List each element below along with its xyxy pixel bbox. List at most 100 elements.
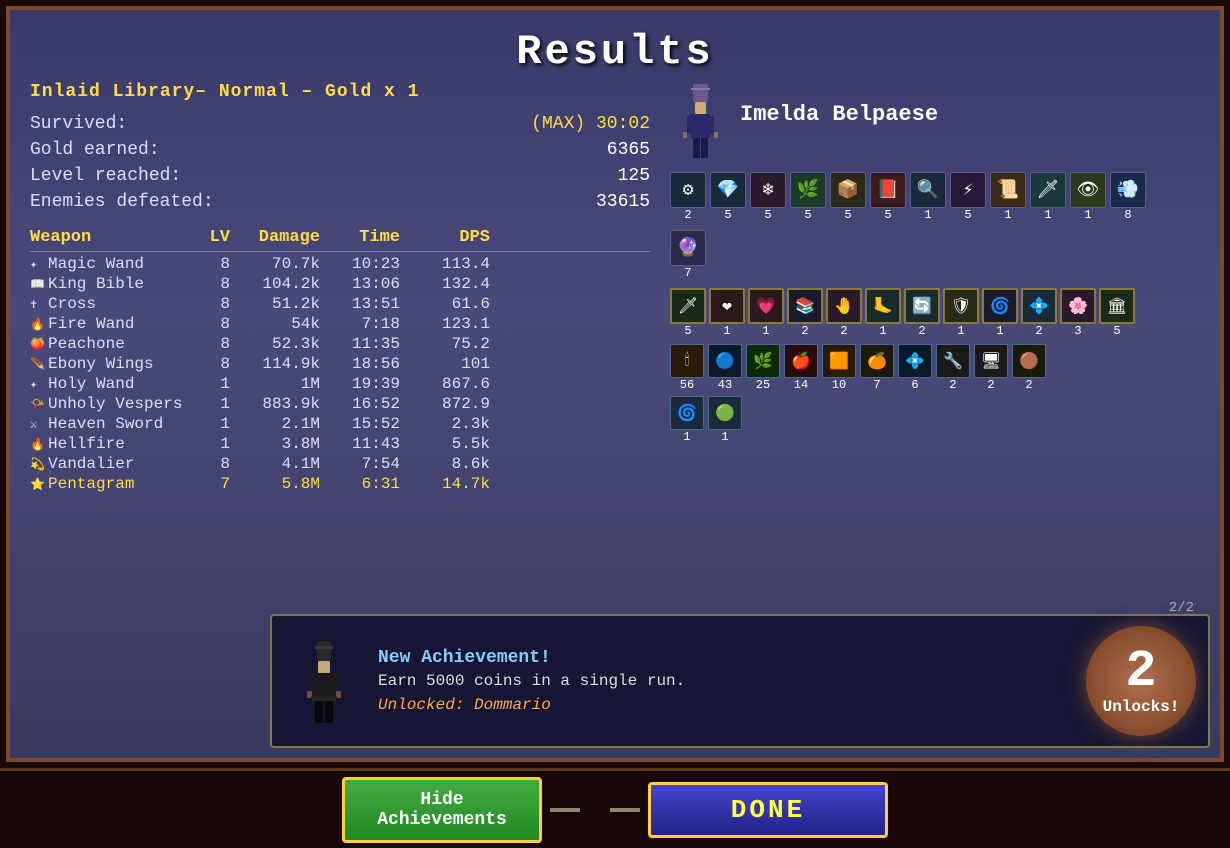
item-icon: 🔮 xyxy=(670,230,706,266)
weapon-row: 📯Unholy Vespers 1 883.9k 16:52 872.9 xyxy=(30,394,650,414)
pickup-slot: 🕯56 xyxy=(670,344,704,392)
weapon-lv: 1 xyxy=(190,415,230,433)
item-icon: 📜 xyxy=(990,172,1026,208)
item-icon: ❄ xyxy=(750,172,786,208)
pickup-count: 6 xyxy=(911,378,918,392)
weapon-damage: 3.8M xyxy=(230,435,320,453)
weapon-lv: 8 xyxy=(190,275,230,293)
item-slot: 🗡1 xyxy=(1030,172,1066,222)
passive-icon: 🌀 xyxy=(982,288,1018,324)
pickup-icon: 🟤 xyxy=(1012,344,1046,378)
weapon-name: 🔥Hellfire xyxy=(30,435,190,453)
passive-icon: 🔄 xyxy=(904,288,940,324)
passive-slot: 🔄2 xyxy=(904,288,940,338)
weapon-time: 18:56 xyxy=(320,355,400,373)
pickup-icon: 🖥 xyxy=(974,344,1008,378)
weapon-damage: 70.7k xyxy=(230,255,320,273)
passive-slot: 💗1 xyxy=(748,288,784,338)
weapon-time: 11:35 xyxy=(320,335,400,353)
weapon-row: ⚔Heaven Sword 1 2.1M 15:52 2.3k xyxy=(30,414,650,434)
col-weapon: Weapon xyxy=(30,228,190,247)
survived-row: Survived: (MAX) 30:02 xyxy=(30,114,650,134)
passive-count: 1 xyxy=(996,324,1003,338)
dungeon-title: Inlaid Library– Normal – Gold x 1 xyxy=(30,82,650,102)
weapon-damage: 51.2k xyxy=(230,295,320,313)
pickup-slot: 🟤2 xyxy=(1012,344,1046,392)
weapon-lv: 8 xyxy=(190,335,230,353)
weapon-time: 11:43 xyxy=(320,435,400,453)
passive-count: 5 xyxy=(684,324,691,338)
passive-count: 1 xyxy=(879,324,886,338)
enemies-row: Enemies defeated: 33615 xyxy=(30,192,650,212)
weapon-row: 🔥Hellfire 1 3.8M 11:43 5.5k xyxy=(30,434,650,454)
gold-value: 6365 xyxy=(607,140,650,160)
hide-achievements-button[interactable]: HideAchievements xyxy=(342,777,542,843)
weapon-row: 🪶Ebony Wings 8 114.9k 18:56 101 xyxy=(30,354,650,374)
character-area: Imelda Belpaese xyxy=(670,82,1200,162)
pickup-slot: 🔵43 xyxy=(708,344,742,392)
passive-icon: 🏛 xyxy=(1099,288,1135,324)
weapon-name: ⚔Heaven Sword xyxy=(30,415,190,433)
weapon-row: 💫Vandalier 8 4.1M 7:54 8.6k xyxy=(30,454,650,474)
passive-icon: 💗 xyxy=(748,288,784,324)
achievement-unlocked: Unlocked: Dommario xyxy=(378,696,1072,714)
weapon-row: 📖King Bible 8 104.2k 13:06 132.4 xyxy=(30,274,650,294)
col-time: Time xyxy=(320,228,400,247)
connector-line-right xyxy=(610,808,640,812)
page-title: Results xyxy=(10,10,1220,82)
pickup-icon: 🟧 xyxy=(822,344,856,378)
pickup-icon: 🍎 xyxy=(784,344,818,378)
weapon-time: 7:54 xyxy=(320,455,400,473)
level-row: Level reached: 125 xyxy=(30,166,650,186)
unlocked-label: Unlocked: xyxy=(378,696,464,714)
weapon-name: 📖King Bible xyxy=(30,275,190,293)
passive-icon: 🗡 xyxy=(670,288,706,324)
passive-count: 3 xyxy=(1074,324,1081,338)
weapon-row: 🍑Peachone 8 52.3k 11:35 75.2 xyxy=(30,334,650,354)
footer-connector-right: DONE xyxy=(610,782,888,838)
footer: HideAchievements DONE xyxy=(0,768,1230,848)
weapon-rows: ✦Magic Wand 8 70.7k 10:23 113.4 📖King Bi… xyxy=(30,254,650,494)
passive-icon: ❤ xyxy=(709,288,745,324)
survived-value: (MAX) 30:02 xyxy=(531,114,650,134)
passive-count: 2 xyxy=(840,324,847,338)
achievement-panel: 2/2 New Achievement! Earn 5000 coins in … xyxy=(270,614,1210,748)
unlocks-text: Unlocks! xyxy=(1103,698,1180,716)
passive-slot: 🤚2 xyxy=(826,288,862,338)
item-count: 1 xyxy=(1084,208,1091,222)
item-slot: 🔍1 xyxy=(910,172,946,222)
passive-slot: 🌀1 xyxy=(982,288,1018,338)
passive-slot: 🦶1 xyxy=(865,288,901,338)
weapon-name: 🔥Fire Wand xyxy=(30,315,190,333)
weapon-damage: 104.2k xyxy=(230,275,320,293)
passive-items: 🗡5❤1💗1📚2🤚2🦶1🔄2🛡1🌀1💠2🌸3🏛5 xyxy=(670,288,1200,338)
weapon-damage: 52.3k xyxy=(230,335,320,353)
done-button[interactable]: DONE xyxy=(648,782,888,838)
passive-slot: 📚2 xyxy=(787,288,823,338)
enemies-label: Enemies defeated: xyxy=(30,192,214,212)
weapon-dps: 132.4 xyxy=(400,275,490,293)
weapon-lv: 1 xyxy=(190,395,230,413)
passive-slot: 🛡1 xyxy=(943,288,979,338)
unlocks-badge[interactable]: 2 Unlocks! xyxy=(1086,626,1196,736)
weapon-damage: 2.1M xyxy=(230,415,320,433)
passive-icon: 📚 xyxy=(787,288,823,324)
weapon-dps: 14.7k xyxy=(400,475,490,493)
weapon-time: 7:18 xyxy=(320,315,400,333)
weapon-name: 🪶Ebony Wings xyxy=(30,355,190,373)
items-row2: 🔮7 xyxy=(670,230,1200,280)
item-count: 2 xyxy=(684,208,691,222)
pickup-slot: 🖥2 xyxy=(974,344,1008,392)
weapon-lv: 8 xyxy=(190,315,230,333)
pickup-count: 43 xyxy=(718,378,732,392)
weapon-time: 16:52 xyxy=(320,395,400,413)
weapon-time: 19:39 xyxy=(320,375,400,393)
passive-icon: 🌸 xyxy=(1060,288,1096,324)
item-icon: 🗡 xyxy=(1030,172,1066,208)
item-slot: 📜1 xyxy=(990,172,1026,222)
pickup-icon: 🟢 xyxy=(708,396,742,430)
pickup-count: 56 xyxy=(680,378,694,392)
achievement-text: New Achievement! Earn 5000 coins in a si… xyxy=(378,648,1072,714)
survived-label: Survived: xyxy=(30,114,127,134)
connector-line-left xyxy=(550,808,580,812)
